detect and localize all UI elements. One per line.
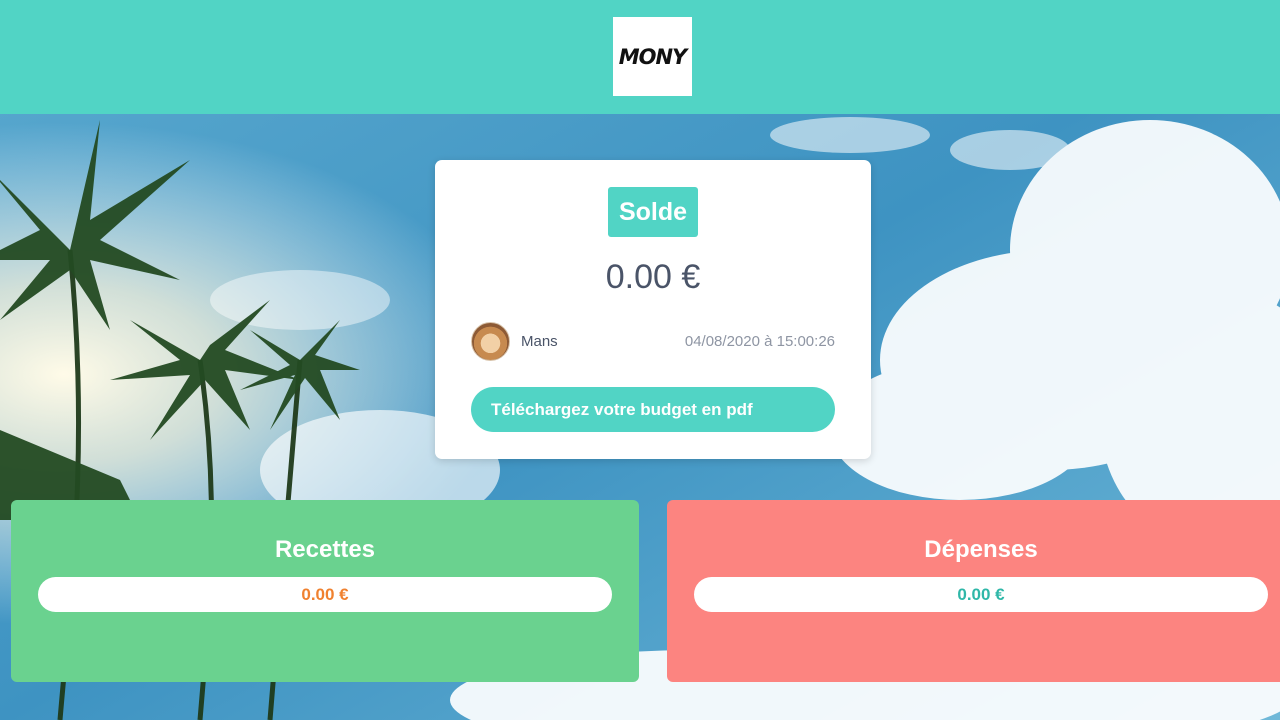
income-amount-pill: 0.00 € — [38, 577, 612, 612]
expenses-amount-pill: 0.00 € — [694, 577, 1268, 612]
logo-text: MONY — [618, 44, 688, 69]
download-pdf-button[interactable]: Téléchargez votre budget en pdf — [471, 387, 835, 432]
balance-title-badge: Solde — [608, 187, 698, 237]
income-panel: Recettes 0.00 € — [11, 500, 639, 682]
balance-amount: 0.00 € — [605, 258, 701, 296]
income-title: Recettes — [274, 536, 376, 563]
logo[interactable]: MONY — [613, 17, 692, 96]
user-name: Mans — [521, 333, 558, 350]
expenses-title: Dépenses — [924, 536, 1038, 563]
timestamp: 04/08/2020 à 15:00:26 — [684, 333, 835, 350]
expenses-amount: 0.00 € — [957, 584, 1005, 604]
expenses-panel: Dépenses 0.00 € — [667, 500, 1280, 682]
balance-card: Solde 0.00 € Mans 04/08/2020 à 15:00:26 … — [435, 160, 871, 459]
income-amount: 0.00 € — [301, 584, 349, 604]
top-bar: MONY — [0, 0, 1280, 114]
avatar — [471, 322, 510, 361]
